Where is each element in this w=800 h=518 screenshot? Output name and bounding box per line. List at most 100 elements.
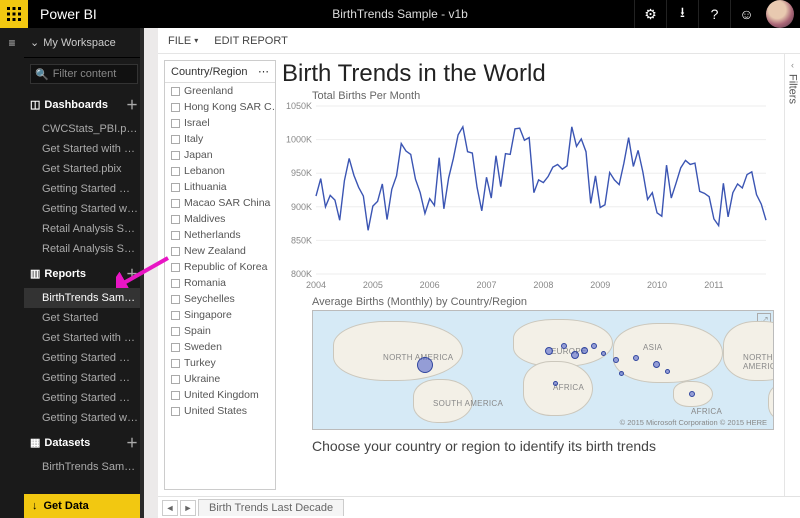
sidebar-item[interactable]: Getting Started Guide xyxy=(24,348,144,368)
checkbox-icon xyxy=(171,215,180,224)
map-visual[interactable]: ⤢ © 2015 Microsoft Corporation © 2015 HE… xyxy=(312,310,774,430)
get-data-button[interactable]: ↓ Get Data xyxy=(24,494,144,518)
filter-checkbox-item[interactable]: Seychelles xyxy=(165,291,275,307)
next-page-button[interactable]: ► xyxy=(180,500,196,516)
sidebar-item[interactable]: Retail Analysis Sample xyxy=(24,219,144,239)
app-launcher-button[interactable] xyxy=(0,0,28,28)
map-bubble[interactable] xyxy=(591,343,597,349)
sidebar-item[interactable]: Retail Analysis Sample xyxy=(24,239,144,259)
hamburger-icon: ≡ xyxy=(8,36,15,50)
checkbox-icon xyxy=(171,359,180,368)
more-options-icon[interactable]: ⋯ xyxy=(258,65,269,78)
landmass xyxy=(333,321,463,381)
sidebar-item[interactable]: Get Started xyxy=(24,308,144,328)
sidebar-item[interactable]: BirthTrends Sample -… xyxy=(24,457,144,477)
svg-text:2008: 2008 xyxy=(533,280,553,290)
filter-checkbox-item[interactable]: Greenland xyxy=(165,83,275,99)
filter-checkbox-item[interactable]: Italy xyxy=(165,131,275,147)
map-bubble[interactable] xyxy=(633,355,639,361)
sidebar-item[interactable]: Getting Started Guide xyxy=(24,368,144,388)
filter-checkbox-item[interactable]: United Kingdom xyxy=(165,387,275,403)
workspace-toggle[interactable]: ⌄ My Workspace xyxy=(24,28,144,58)
sidebar-section-reports[interactable]: ▥Reports ＋ xyxy=(24,259,144,288)
prev-page-button[interactable]: ◄ xyxy=(162,500,178,516)
svg-text:950K: 950K xyxy=(291,168,312,178)
sidebar-item[interactable]: Get Started with Colo… xyxy=(24,139,144,159)
sidebar-item[interactable]: Get Started.pbix xyxy=(24,159,144,179)
map-bubble[interactable] xyxy=(665,369,670,374)
map-bubble[interactable] xyxy=(581,347,588,354)
filter-checkbox-item[interactable]: Israel xyxy=(165,115,275,131)
map-bubble[interactable] xyxy=(653,361,660,368)
file-menu[interactable]: FILE▾ xyxy=(168,35,198,47)
sidebar-item[interactable]: Getting Started with P… xyxy=(24,408,144,428)
sidebar-item[interactable]: Getting Started Guide xyxy=(24,388,144,408)
line-chart[interactable]: 1050K1000K950K900K850K800K20042005200620… xyxy=(282,102,774,292)
settings-button[interactable]: ⚙ xyxy=(634,0,666,28)
brand-label: Power BI xyxy=(40,6,97,22)
feedback-button[interactable]: ☺ xyxy=(730,0,762,28)
download-button[interactable]: ⭳ xyxy=(666,0,698,28)
filter-checkbox-item[interactable]: Macao SAR China xyxy=(165,195,275,211)
add-dataset-button[interactable]: ＋ xyxy=(126,434,138,451)
filter-checkbox-item[interactable]: Republic of Korea xyxy=(165,259,275,275)
filter-checkbox-item[interactable]: Romania xyxy=(165,275,275,291)
page-tab[interactable]: Birth Trends Last Decade xyxy=(198,499,344,516)
svg-text:2011: 2011 xyxy=(704,280,723,290)
sidebar-item[interactable]: BirthTrends Sample -… xyxy=(24,288,144,308)
gear-icon: ⚙ xyxy=(644,6,657,23)
map-bubble[interactable] xyxy=(689,391,695,397)
sidebar-section-datasets[interactable]: ▦Datasets ＋ xyxy=(24,428,144,457)
filter-checkbox-item[interactable]: Japan xyxy=(165,147,275,163)
sidebar-item[interactable]: Getting Started with P… xyxy=(24,199,144,219)
filter-checkbox-item[interactable]: Lithuania xyxy=(165,179,275,195)
map-bubble[interactable] xyxy=(613,357,619,363)
map-bubble[interactable] xyxy=(561,343,567,349)
filter-checkbox-item[interactable]: New Zealand xyxy=(165,243,275,259)
sidebar-item[interactable]: Getting Started Guide… xyxy=(24,179,144,199)
map-region-label: SOUTH AMERICA xyxy=(433,399,503,408)
svg-text:2005: 2005 xyxy=(363,280,383,290)
sidebar-gap xyxy=(144,28,158,518)
sidebar-item[interactable]: CWCStats_PBI.pbix xyxy=(24,119,144,139)
map-bubble[interactable] xyxy=(553,381,558,386)
svg-text:800K: 800K xyxy=(291,269,312,279)
filter-content-input[interactable]: 🔍 Filter content xyxy=(30,64,138,84)
map-bubble[interactable] xyxy=(571,351,579,359)
checkbox-icon xyxy=(171,327,180,336)
map-bubble[interactable] xyxy=(417,357,433,373)
filter-checkbox-item[interactable]: Sweden xyxy=(165,339,275,355)
svg-text:1000K: 1000K xyxy=(286,135,312,145)
line-chart-title: Total Births Per Month xyxy=(312,90,774,102)
sidebar-item[interactable]: Get Started with Colo… xyxy=(24,328,144,348)
map-bubble[interactable] xyxy=(619,371,624,376)
svg-text:900K: 900K xyxy=(291,202,312,212)
add-dashboard-button[interactable]: ＋ xyxy=(126,96,138,113)
search-icon: 🔍 xyxy=(35,68,49,81)
filter-checkbox-item[interactable]: Spain xyxy=(165,323,275,339)
map-bubble[interactable] xyxy=(545,347,553,355)
add-report-button[interactable]: ＋ xyxy=(126,265,138,282)
help-button[interactable]: ? xyxy=(698,0,730,28)
checkbox-icon xyxy=(171,183,180,192)
filter-checkbox-item[interactable]: United States xyxy=(165,403,275,419)
map-bubble[interactable] xyxy=(601,351,606,356)
edit-report-button[interactable]: EDIT REPORT xyxy=(214,35,288,47)
svg-text:2009: 2009 xyxy=(590,280,610,290)
filter-checkbox-item[interactable]: Netherlands xyxy=(165,227,275,243)
sidebar-collapse-button[interactable]: ≡ xyxy=(0,28,24,518)
filter-checkbox-item[interactable]: Singapore xyxy=(165,307,275,323)
filter-checkbox-item[interactable]: Hong Kong SAR C… xyxy=(165,99,275,115)
landmass xyxy=(768,383,774,421)
filter-checkbox-item[interactable]: Lebanon xyxy=(165,163,275,179)
filters-pane-collapsed[interactable]: ‹ Filters xyxy=(784,54,800,496)
filter-checkbox-item[interactable]: Ukraine xyxy=(165,371,275,387)
arrow-down-icon: ↓ xyxy=(32,500,38,512)
sidebar-section-dashboards[interactable]: ◫Dashboards ＋ xyxy=(24,90,144,119)
user-avatar[interactable] xyxy=(766,0,794,28)
filter-checkbox-item[interactable]: Turkey xyxy=(165,355,275,371)
caption-text: Choose your country or region to identif… xyxy=(312,438,774,454)
filter-checkbox-item[interactable]: Maldives xyxy=(165,211,275,227)
checkbox-icon xyxy=(171,103,180,112)
landmass xyxy=(613,323,723,383)
